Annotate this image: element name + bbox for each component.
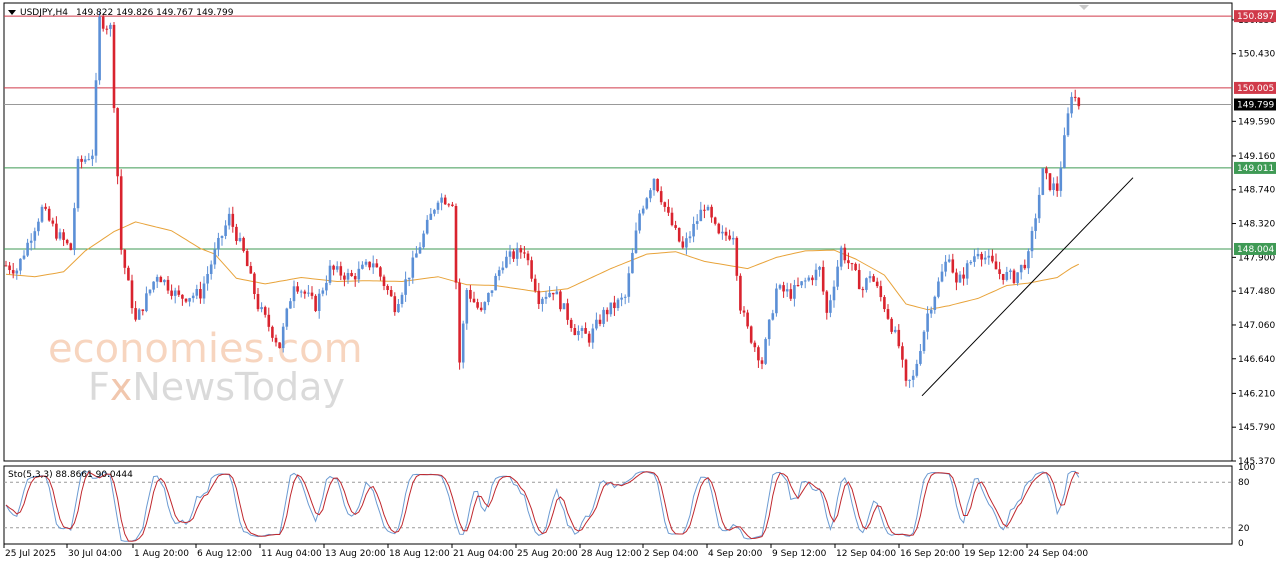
time-tick: 2 Sep 04:00 [644,549,699,559]
candle [119,169,123,255]
time-tick: 11 Aug 04:00 [261,549,322,559]
candle [839,245,843,271]
candle [116,107,119,185]
current-price-label: 149.799 [1237,101,1274,111]
time-tick: 12 Sep 04:00 [836,549,896,559]
candle [242,236,245,253]
candle [717,222,721,235]
candle [137,308,141,320]
time-tick: 24 Sep 04:00 [1028,549,1088,559]
candle [645,196,649,210]
time-tick: 4 Sep 20:00 [708,549,763,559]
price-tick: 145.790 [1238,423,1275,433]
time-tick: 19 Sep 12:00 [964,549,1024,559]
level-label: 149.011 [1237,164,1274,174]
candle [559,290,562,312]
candle [73,202,76,256]
candle [749,325,753,345]
stoch-tick: 80 [1238,478,1250,488]
price-tick: 150.430 [1238,50,1275,60]
time-tick: 28 Aug 12:00 [581,549,642,559]
stochastic-label: Sto(5,3,3) 88.8661 90.0444 [8,470,133,480]
candle [739,273,742,315]
price-tick: 146.210 [1238,389,1275,399]
candle [922,330,926,354]
watermark: economies.com FxNewsToday [48,326,363,409]
price-tick: 149.590 [1238,117,1275,127]
time-tick: 21 Aug 04:00 [453,549,514,559]
level-label: 150.897 [1237,12,1274,22]
price-tick: 146.640 [1238,355,1275,365]
time-tick: 18 Aug 12:00 [389,549,450,559]
candle [245,248,249,267]
candle [278,342,281,349]
price-tick: 148.320 [1238,220,1275,230]
price-tick: 147.060 [1238,321,1275,331]
time-tick: 1 Aug 20:00 [134,549,189,559]
time-tick: 13 Aug 20:00 [325,549,386,559]
stoch-tick: 20 [1238,524,1250,534]
candle [1048,173,1052,192]
candle [677,227,681,243]
time-tick: 6 Aug 12:00 [197,549,252,559]
candle [127,265,130,281]
stoch-tick: 0 [1238,539,1244,549]
candle [454,203,458,290]
candle [458,278,461,370]
watermark-fxnewstoday: FxNewsToday [88,365,345,409]
candle [656,178,659,193]
candle [94,72,98,163]
time-tick: 30 Jul 04:00 [68,549,122,559]
candle [285,307,289,330]
candle [735,236,739,281]
candle [76,156,80,212]
candle [530,256,533,282]
candle [562,303,566,310]
time-tick: 25 Jul 2025 [5,549,56,559]
price-tick: 149.160 [1238,152,1275,162]
time-tick: 9 Sep 12:00 [772,549,827,559]
price-tick: 147.480 [1238,287,1275,297]
candle [461,320,465,369]
level-label: 148.004 [1237,245,1274,255]
candle [40,204,44,224]
candle [764,337,767,366]
chart-symbol: USDJPY,H4 [20,8,68,18]
candle [1012,268,1016,285]
candle [69,242,73,251]
candle [494,273,497,291]
time-tick: 16 Sep 20:00 [900,549,960,559]
candle [890,317,893,335]
candle [98,11,101,85]
candle [314,294,317,313]
candle [130,274,134,314]
candle [112,22,116,113]
price-tick: 148.740 [1238,186,1275,196]
candle [1041,168,1045,196]
price-chart[interactable]: economies.com FxNewsToday USDJPY,H4 149.… [0,0,1280,567]
time-tick: 25 Aug 20:00 [517,549,578,559]
stoch-tick: 100 [1238,463,1255,473]
level-label: 150.005 [1237,84,1274,94]
candle [746,309,749,329]
chart-ohlc: 149.822 149.826 149.767 149.799 [76,8,234,18]
